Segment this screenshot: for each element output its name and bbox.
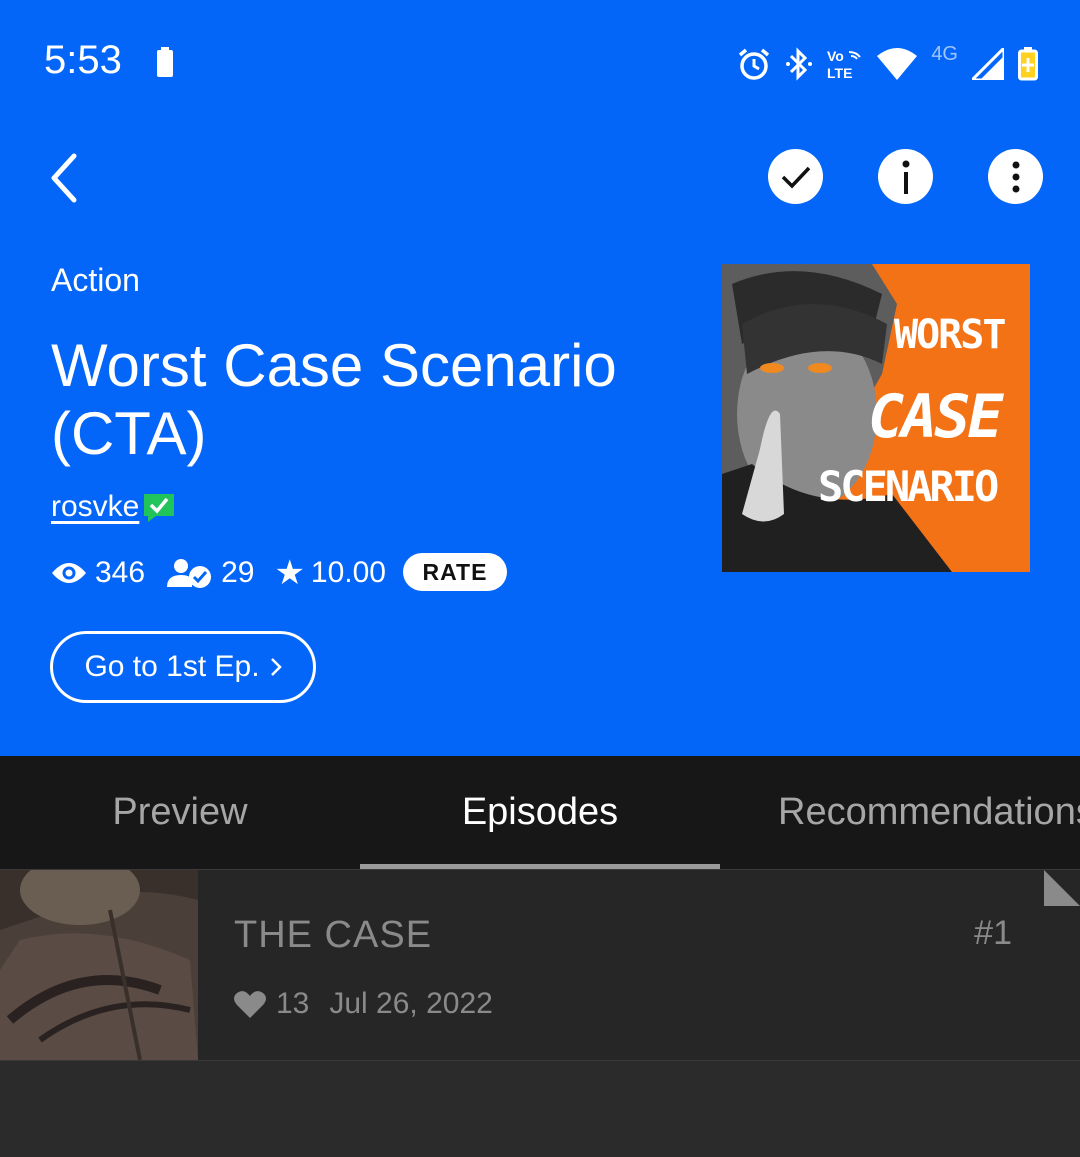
verified-badge-icon bbox=[144, 494, 174, 522]
episode-date: Jul 26, 2022 bbox=[329, 987, 493, 1020]
back-button[interactable] bbox=[44, 150, 92, 206]
subscribe-check-button[interactable] bbox=[768, 149, 823, 204]
episode-meta: 13 Jul 26, 2022 bbox=[234, 987, 493, 1021]
active-tab-indicator bbox=[360, 864, 720, 869]
series-stats: 346 29 ★ 10.00 bbox=[51, 553, 386, 593]
tab-preview[interactable]: Preview bbox=[0, 756, 360, 869]
info-button[interactable] bbox=[878, 149, 933, 204]
status-icons: Vo LTE 4G bbox=[737, 42, 1038, 84]
episode-number: #1 bbox=[974, 914, 1012, 952]
heart-icon bbox=[234, 991, 266, 1018]
author-link[interactable]: rosvke bbox=[51, 490, 139, 524]
rate-button[interactable]: RATE bbox=[403, 553, 507, 591]
more-options-button[interactable] bbox=[988, 149, 1043, 204]
svg-text:LTE: LTE bbox=[827, 65, 852, 80]
cover-title-line-2: CASE bbox=[868, 382, 1003, 452]
chevron-right-icon bbox=[270, 658, 282, 676]
cover-title-line-3: SCENARIO bbox=[818, 462, 999, 511]
genre-label: Action bbox=[51, 262, 140, 298]
cover-title-line-1: WORST bbox=[894, 312, 1006, 358]
signal-icon bbox=[972, 48, 1004, 80]
views-count: 346 bbox=[95, 556, 146, 589]
status-time: 5:53 bbox=[44, 38, 122, 82]
corner-fold-icon bbox=[1044, 870, 1080, 906]
episode-title: THE CASE bbox=[234, 914, 433, 956]
check-icon bbox=[781, 166, 810, 189]
bluetooth-icon bbox=[786, 47, 813, 81]
tab-bar: Preview Episodes Recommendations bbox=[0, 756, 1080, 870]
alarm-icon bbox=[739, 48, 770, 80]
svg-text:Vo: Vo bbox=[827, 48, 844, 64]
battery-icon bbox=[157, 47, 173, 77]
episode-likes: 13 bbox=[276, 987, 310, 1020]
info-icon bbox=[902, 160, 909, 194]
series-cover-image: WORST CASE SCENARIO bbox=[722, 264, 1030, 572]
rating-value: 10.00 bbox=[310, 556, 386, 589]
wifi-icon bbox=[877, 48, 918, 80]
go-to-first-episode-label: Go to 1st Ep. bbox=[84, 650, 260, 683]
series-title: Worst Case Scenario (CTA) bbox=[51, 332, 617, 467]
tab-recommendations[interactable]: Recommendations bbox=[720, 756, 1080, 869]
episode-thumbnail bbox=[0, 870, 198, 1060]
network-type-label: 4G bbox=[931, 42, 958, 65]
go-to-first-episode-button[interactable]: Go to 1st Ep. bbox=[50, 631, 316, 703]
star-icon: ★ bbox=[274, 554, 305, 592]
battery-charging-icon bbox=[1018, 47, 1038, 81]
episode-list-item[interactable]: THE CASE #1 13 Jul 26, 2022 bbox=[0, 870, 1080, 1061]
volte-icon: Vo LTE bbox=[827, 48, 862, 80]
subscribers-icon bbox=[167, 559, 212, 588]
more-vertical-icon bbox=[1012, 161, 1019, 192]
tab-episodes[interactable]: Episodes bbox=[360, 756, 720, 869]
views-eye-icon bbox=[52, 563, 86, 583]
series-header: 5:53 Vo LTE 4G Action Worst Case Scenari… bbox=[0, 0, 1080, 756]
subscribers-count: 29 bbox=[221, 556, 255, 589]
